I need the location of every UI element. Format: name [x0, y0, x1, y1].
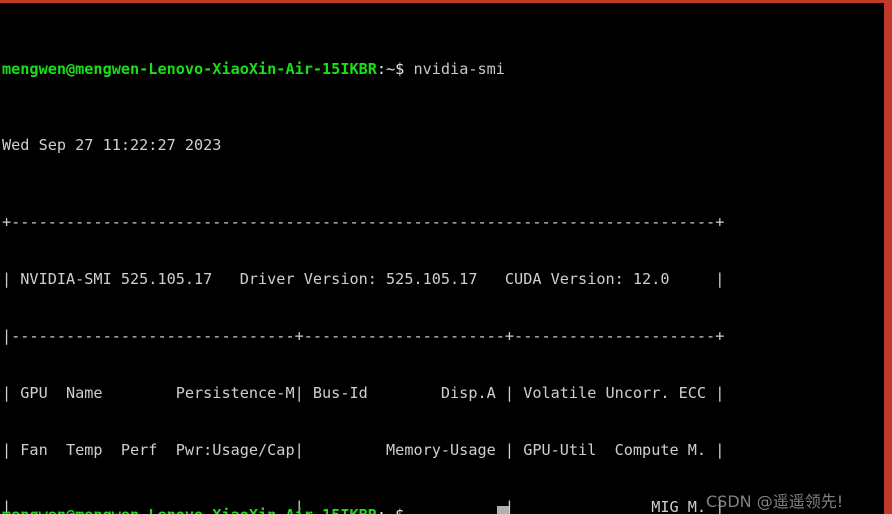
output-line: | Fan Temp Perf Pwr:Usage/Cap| Memory-Us…	[2, 441, 725, 460]
next-prompt-line: mengwen@mengwen-Lenovo-XiaoXin-Air-15IKB…	[2, 506, 404, 514]
text-cursor	[497, 506, 509, 514]
command-nvidia-smi: nvidia-smi	[413, 60, 505, 79]
output-line: |-------------------------------+-------…	[2, 326, 725, 345]
terminal-screen[interactable]: mengwen@mengwen-Lenovo-XiaoXin-Air-15IKB…	[0, 3, 884, 514]
output-line: | GPU Name Persistence-M| Bus-Id Disp.A …	[2, 383, 725, 402]
timestamp-line: Wed Sep 27 11:22:27 2023	[2, 136, 222, 155]
output-line: | NVIDIA-SMI 525.105.17 Driver Version: …	[2, 269, 725, 288]
prompt-line: mengwen@mengwen-Lenovo-XiaoXin-Air-15IKB…	[2, 60, 884, 79]
prompt-user-host: mengwen@mengwen-Lenovo-XiaoXin-Air-15IKB…	[2, 60, 377, 79]
terminal-window[interactable]: mengwen@mengwen-Lenovo-XiaoXin-Air-15IKB…	[0, 0, 892, 514]
output-line: +---------------------------------------…	[2, 212, 725, 231]
prompt-path-symbol: :~$	[376, 60, 405, 79]
next-prompt-user-host: mengwen@mengwen-Lenovo-XiaoXin-Air-15IKB…	[2, 506, 377, 514]
next-prompt-path-symbol: :~$	[377, 506, 404, 514]
